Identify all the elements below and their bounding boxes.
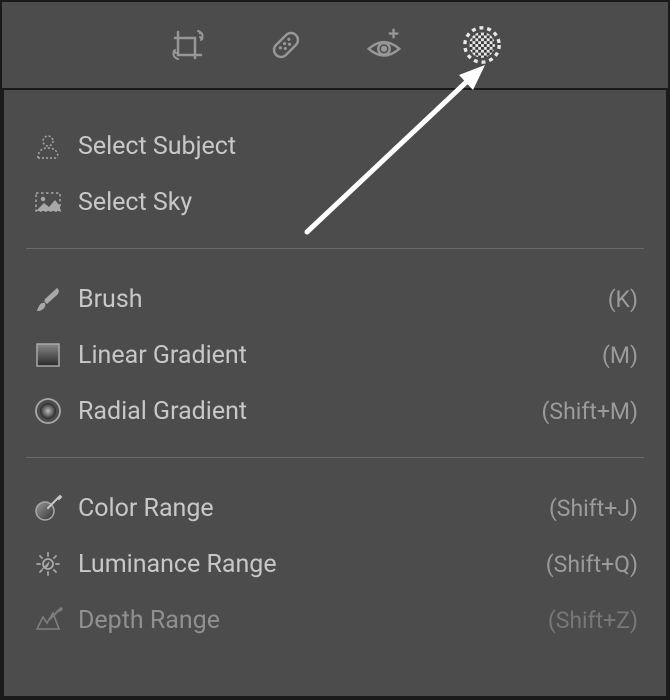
menu-label: Color Range (78, 494, 549, 523)
landscape-icon (32, 186, 64, 218)
masking-panel: Select Subject Select Sky (2, 90, 668, 698)
depth-range-item: Depth Range (Shift+Z) (26, 592, 644, 648)
menu-shortcut: (Shift+Z) (548, 607, 638, 634)
crop-icon (168, 25, 208, 65)
heal-tool[interactable] (265, 24, 307, 66)
menu-shortcut: (Shift+Q) (546, 551, 638, 578)
person-icon (32, 130, 64, 162)
linear-gradient-item[interactable]: Linear Gradient (M) (26, 327, 644, 383)
menu-label: Depth Range (78, 606, 548, 635)
group-ranges: Color Range (Shift+J) (26, 458, 644, 666)
brush-icon (32, 283, 64, 315)
menu-label: Brush (78, 285, 608, 314)
menu-label: Linear Gradient (78, 341, 602, 370)
radial-gradient-item[interactable]: Radial Gradient (Shift+M) (26, 383, 644, 439)
select-subject-item[interactable]: Select Subject (26, 118, 644, 174)
luminance-range-icon (32, 548, 64, 580)
group-ai-selections: Select Subject Select Sky (26, 110, 644, 248)
group-gradients: Brush (K) Linear Gradient (26, 249, 644, 457)
menu-shortcut: (M) (602, 342, 638, 369)
menu-label: Select Subject (78, 132, 638, 161)
linear-gradient-icon (32, 339, 64, 371)
luminance-range-item[interactable]: Luminance Range (Shift+Q) (26, 536, 644, 592)
menu-label: Select Sky (78, 188, 638, 217)
color-range-icon (32, 492, 64, 524)
select-sky-item[interactable]: Select Sky (26, 174, 644, 230)
redeye-tool[interactable] (363, 24, 405, 66)
crop-tool[interactable] (167, 24, 209, 66)
menu-label: Luminance Range (78, 550, 546, 579)
toolbar (2, 2, 668, 90)
masking-tool[interactable] (461, 24, 503, 66)
menu-shortcut: (Shift+M) (542, 398, 638, 425)
brush-item[interactable]: Brush (K) (26, 271, 644, 327)
radial-gradient-icon (32, 395, 64, 427)
masking-icon (461, 23, 503, 67)
menu-shortcut: (Shift+J) (549, 495, 638, 522)
heal-icon (265, 24, 307, 66)
color-range-item[interactable]: Color Range (Shift+J) (26, 480, 644, 536)
menu-shortcut: (K) (608, 286, 638, 313)
menu-label: Radial Gradient (78, 397, 542, 426)
depth-range-icon (32, 604, 64, 636)
redeye-icon (363, 23, 405, 67)
